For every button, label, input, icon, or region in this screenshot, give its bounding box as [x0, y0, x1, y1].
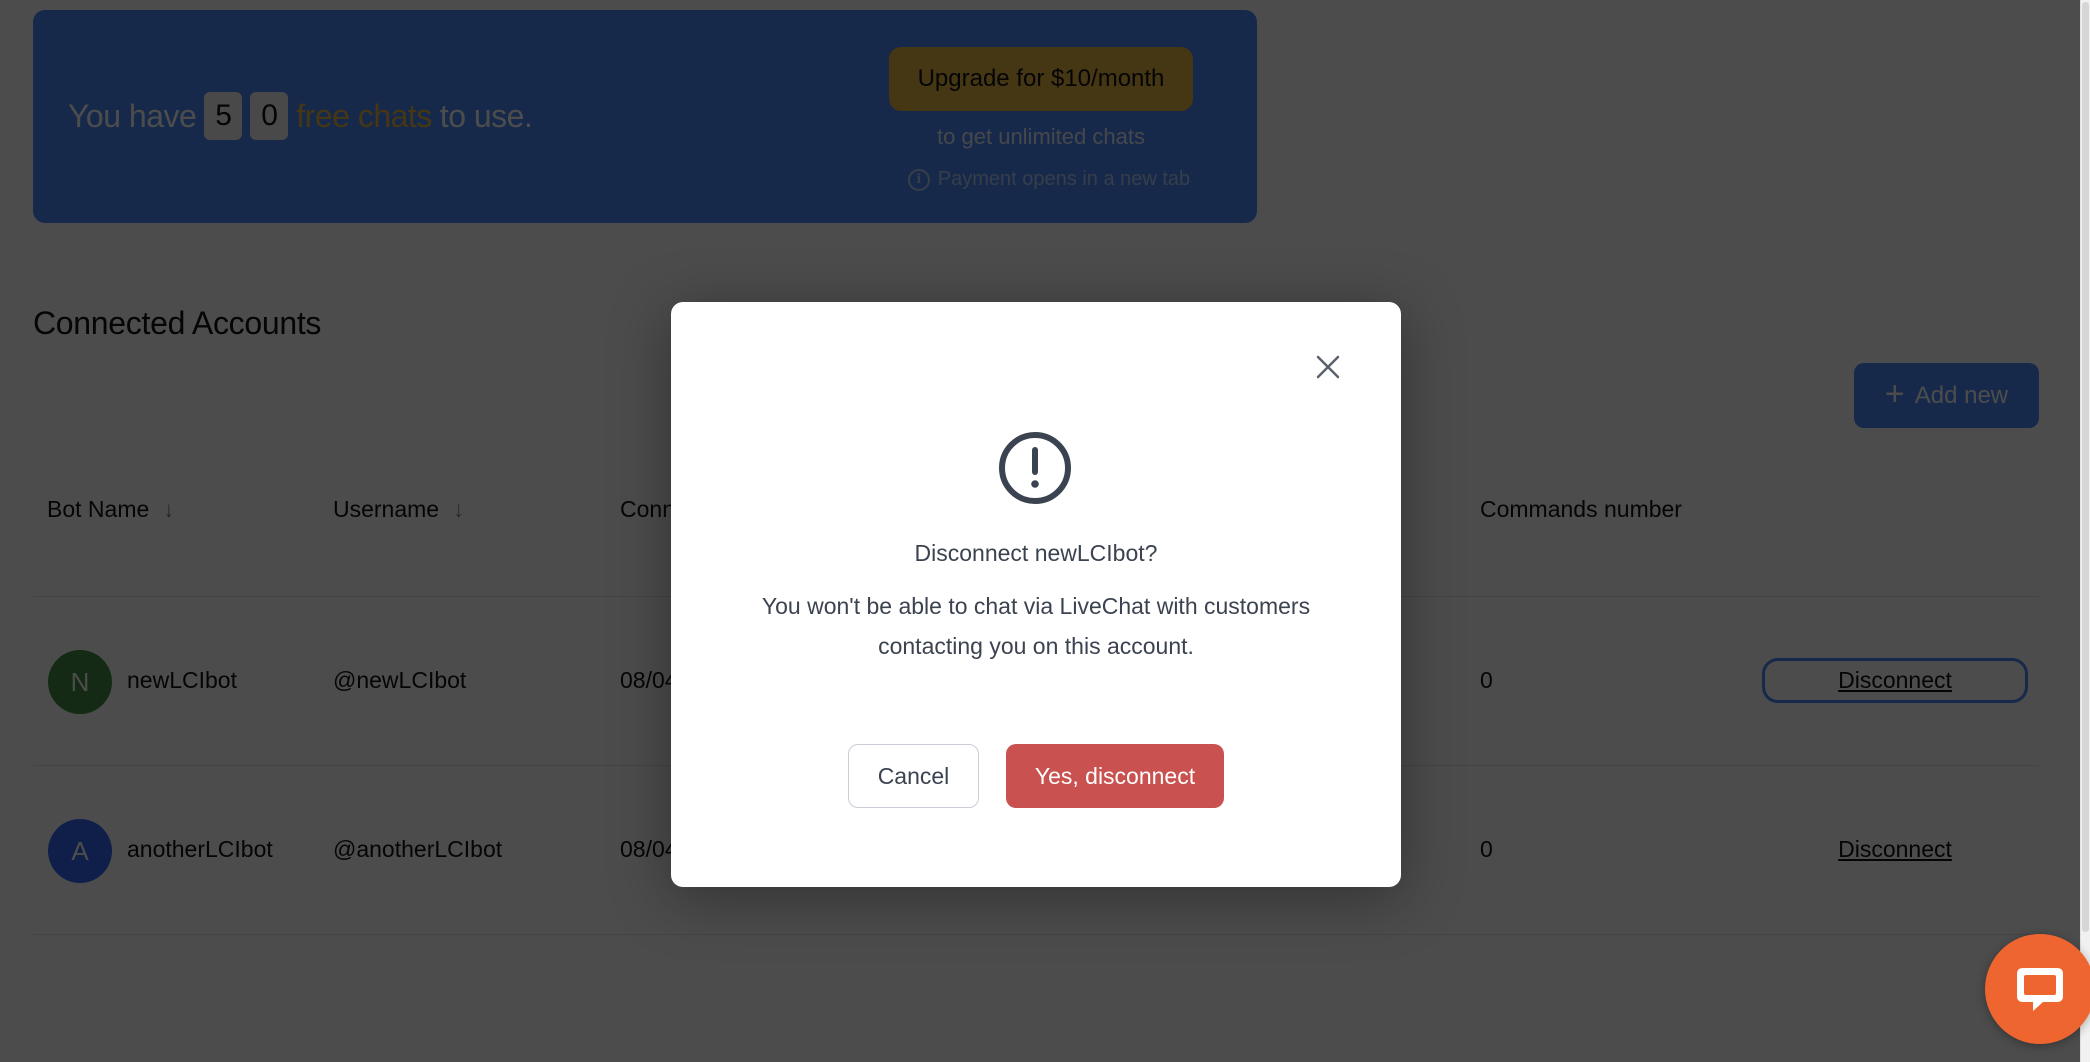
- cancel-button[interactable]: Cancel: [848, 744, 979, 808]
- warning-exclamation-icon: [999, 432, 1071, 504]
- dialog-message: You won't be able to chat via LiveChat w…: [761, 593, 1311, 659]
- disconnect-confirm-dialog: Disconnect newLCIbot? You won't be able …: [671, 302, 1401, 887]
- dialog-title: Disconnect newLCIbot?: [914, 540, 1158, 566]
- chat-bubble-icon: [2017, 968, 2063, 1011]
- confirm-disconnect-button[interactable]: Yes, disconnect: [1006, 744, 1224, 808]
- close-button[interactable]: [1311, 350, 1345, 384]
- scrollbar-thumb[interactable]: [2082, 2, 2089, 932]
- livechat-widget-button[interactable]: [1985, 934, 2090, 1044]
- close-icon: [1316, 355, 1340, 379]
